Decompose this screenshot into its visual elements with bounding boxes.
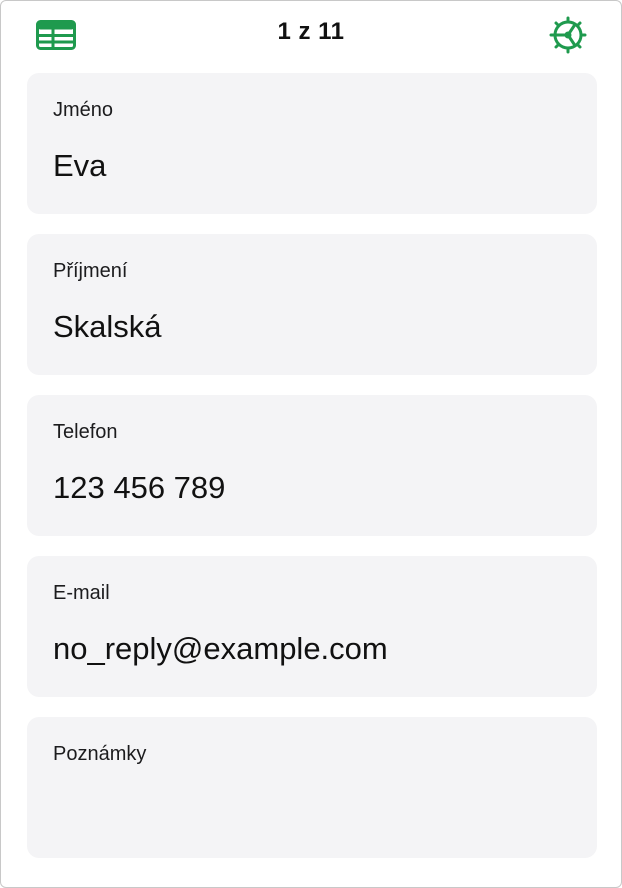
field-value[interactable]: Skalská xyxy=(53,309,162,345)
field-label: Příjmení xyxy=(53,260,128,282)
top-bar: 1 z 11 xyxy=(1,1,621,69)
field-label: Jméno xyxy=(53,99,114,121)
field-last-name[interactable]: Příjmení Skalská xyxy=(27,234,597,375)
field-label: Telefon xyxy=(53,421,118,443)
record-counter: 1 z 11 xyxy=(277,18,345,45)
field-value[interactable]: no_reply@example.com xyxy=(53,631,388,667)
field-value[interactable]: 123 456 789 xyxy=(53,470,225,506)
settings-button[interactable] xyxy=(546,15,590,55)
record-fields: Jméno Eva Příjmení Skalská Telefon 123 4… xyxy=(27,73,597,878)
field-value[interactable]: Eva xyxy=(53,148,106,184)
field-first-name[interactable]: Jméno Eva xyxy=(27,73,597,214)
field-label: Poznámky xyxy=(53,743,147,765)
field-email[interactable]: E-mail no_reply@example.com xyxy=(27,556,597,697)
record-form-screen: 1 z 11 Jméno Eva Příjmení Skalská Telefo… xyxy=(0,0,622,888)
field-label: E-mail xyxy=(53,582,110,604)
gear-icon xyxy=(549,16,587,54)
field-phone[interactable]: Telefon 123 456 789 xyxy=(27,395,597,536)
field-notes[interactable]: Poznámky xyxy=(27,717,597,858)
